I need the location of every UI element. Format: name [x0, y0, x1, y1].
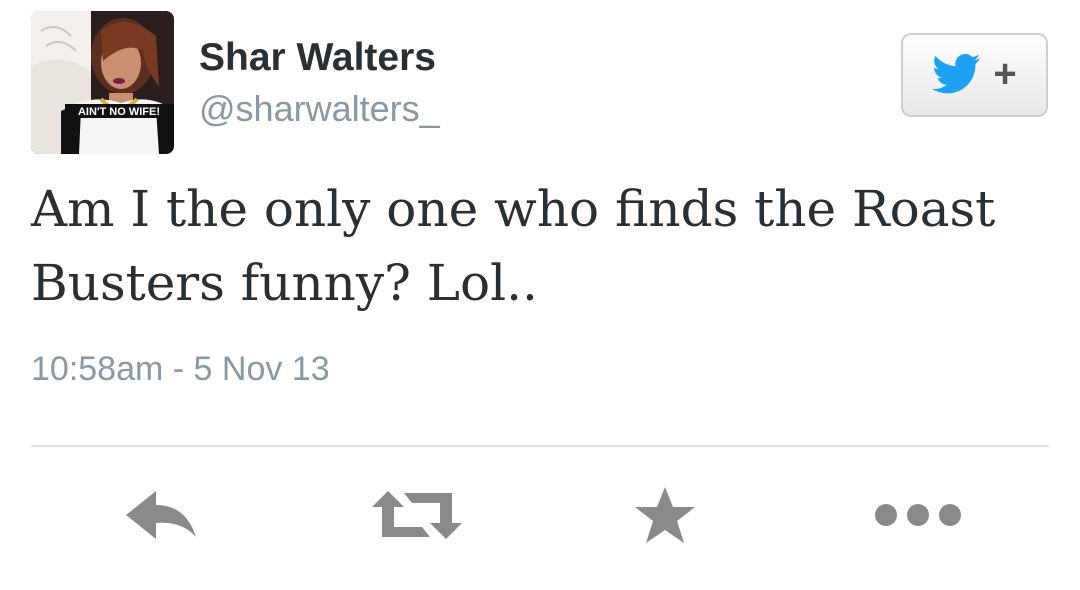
- plus-icon: +: [993, 52, 1016, 96]
- user-handle[interactable]: @sharwalters_: [199, 88, 440, 130]
- more-button[interactable]: [868, 475, 968, 555]
- divider: [31, 445, 1049, 447]
- follow-button[interactable]: +: [901, 33, 1048, 117]
- avatar-photo: AIN'T NO WIFE!: [31, 11, 174, 154]
- retweet-icon: [372, 491, 462, 539]
- twitter-bird-icon: +: [931, 52, 1016, 96]
- display-name[interactable]: Shar Walters: [199, 36, 436, 80]
- reply-icon: [126, 491, 196, 539]
- tweet-timestamp[interactable]: 10:58am - 5 Nov 13: [31, 350, 330, 389]
- star-icon: [635, 487, 695, 543]
- tweet-text: Am I the only one who finds the Roast Bu…: [31, 180, 996, 312]
- reply-button[interactable]: [112, 475, 212, 555]
- shirt-text: AIN'T NO WIFE!: [78, 106, 160, 118]
- favorite-button[interactable]: [615, 475, 715, 555]
- avatar[interactable]: AIN'T NO WIFE!: [31, 11, 174, 154]
- tweet-card: AIN'T NO WIFE! Shar Walters @sharwalters…: [0, 0, 1080, 590]
- more-icon: [875, 504, 961, 526]
- retweet-button[interactable]: [367, 475, 467, 555]
